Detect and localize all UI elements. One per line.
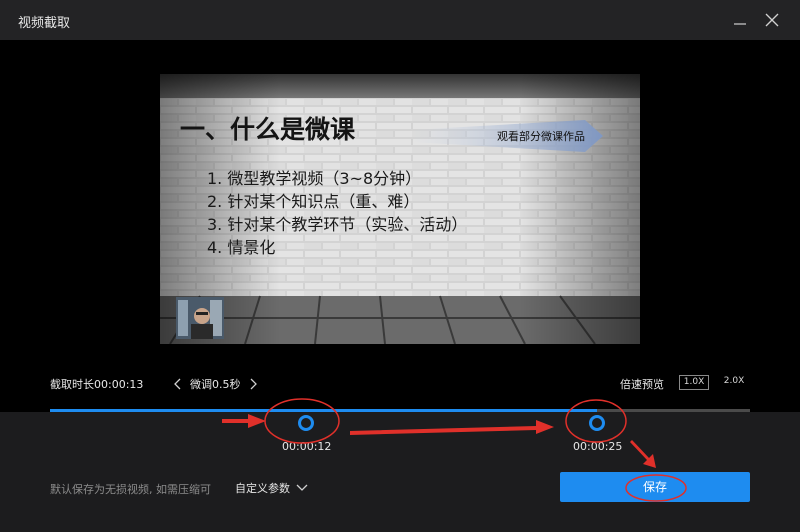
end-time: 00:00:25: [573, 440, 623, 453]
start-handle[interactable]: [298, 415, 314, 431]
clip-duration: 截取时长00:00:13: [50, 378, 144, 391]
close-icon: [765, 13, 779, 27]
slide-image: 一、什么是微课 观看部分微课作品 1. 微型教学视频（3~8分钟） 2. 针对某…: [160, 74, 640, 344]
speed-1x-button[interactable]: 1.0X: [679, 375, 709, 390]
slide-banner-text: 观看部分微课作品: [497, 129, 585, 143]
timeline-played: [50, 409, 306, 412]
title-bar: 视频截取: [0, 0, 800, 40]
window-title: 视频截取: [18, 16, 71, 31]
timeline-selection: [306, 409, 597, 412]
minimize-icon: [734, 23, 746, 25]
slide-point-2: 2. 针对某个知识点（重、难）: [207, 192, 419, 211]
video-frame[interactable]: 一、什么是微课 观看部分微课作品 1. 微型教学视频（3~8分钟） 2. 针对某…: [160, 74, 640, 344]
slide-point-1: 1. 微型教学视频（3~8分钟）: [207, 169, 421, 188]
custom-params-label: 自定义参数: [235, 482, 290, 495]
start-time: 00:00:12: [282, 440, 332, 453]
chevron-left-icon[interactable]: [172, 377, 184, 391]
end-handle[interactable]: [589, 415, 605, 431]
fine-tune-control: 微调0.5秒: [172, 376, 259, 392]
slide-point-4: 4. 情景化: [207, 238, 275, 257]
save-button[interactable]: 保存: [560, 472, 750, 502]
presenter-inset: [176, 297, 224, 339]
speed-preview-label: 倍速预览: [620, 378, 664, 391]
chevron-right-icon[interactable]: [247, 377, 259, 391]
speed-2x-button[interactable]: 2.0X: [720, 375, 748, 390]
chevron-down-icon: [296, 484, 308, 491]
close-button[interactable]: [760, 8, 784, 32]
preview-stage: 一、什么是微课 观看部分微课作品 1. 微型教学视频（3~8分钟） 2. 针对某…: [0, 40, 800, 412]
slide-point-3: 3. 针对某个教学环节（实验、活动）: [207, 215, 467, 234]
fine-tune-label: 微调0.5秒: [190, 378, 241, 391]
custom-params-dropdown[interactable]: 自定义参数: [235, 480, 308, 496]
save-hint: 默认保存为无损视频, 如需压缩可: [50, 483, 211, 496]
minimize-button[interactable]: [728, 8, 752, 32]
slide-title: 一、什么是微课: [180, 115, 356, 144]
